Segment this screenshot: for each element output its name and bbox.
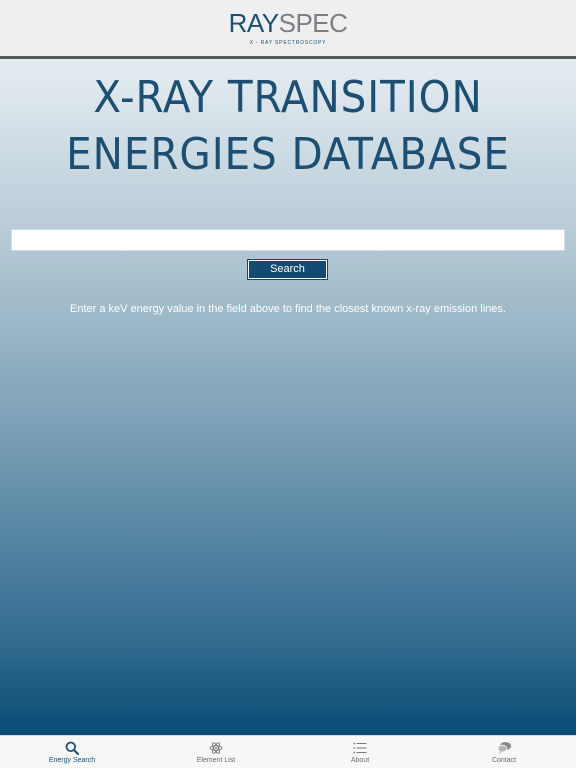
atom-icon: [144, 740, 288, 756]
tab-label: About: [350, 757, 370, 764]
page-title-line-2: ENERGIES DATABASE: [66, 129, 510, 180]
main-content: X-RAY TRANSITION ENERGIES DATABASE Searc…: [0, 59, 576, 735]
search-button[interactable]: Search: [248, 260, 327, 279]
rayspec-logo: RAYSPEC: [0, 9, 576, 37]
speech-bubble-icon: [432, 740, 576, 756]
tab-label: Energy Search: [48, 757, 96, 764]
search-hint-text: Enter a keV energy value in the field ab…: [70, 303, 506, 315]
tab-contact[interactable]: Contact: [432, 736, 576, 768]
page-title-line-1: X-RAY TRANSITION: [93, 72, 483, 123]
logo-secondary-text: SPEC: [278, 8, 348, 38]
tab-element-list[interactable]: Element List: [144, 736, 288, 768]
header-bar: RAYSPEC X - RAY SPECTROSCOPY: [0, 0, 576, 56]
tab-label: Contact: [491, 757, 517, 764]
app-window: RAYSPEC X - RAY SPECTROSCOPY X-RAY TRANS…: [0, 0, 576, 768]
search-icon: [0, 740, 144, 756]
bottom-tab-bar: Energy Search Element List About Contact: [0, 735, 576, 768]
energy-search-input[interactable]: [11, 229, 565, 251]
logo-tagline: X - RAY SPECTROSCOPY: [249, 40, 327, 46]
tab-label: Element List: [196, 757, 236, 764]
tab-about[interactable]: About: [288, 736, 432, 768]
tab-energy-search[interactable]: Energy Search: [0, 736, 144, 768]
list-icon: [288, 740, 432, 756]
logo-primary-text: RAY: [228, 8, 280, 38]
